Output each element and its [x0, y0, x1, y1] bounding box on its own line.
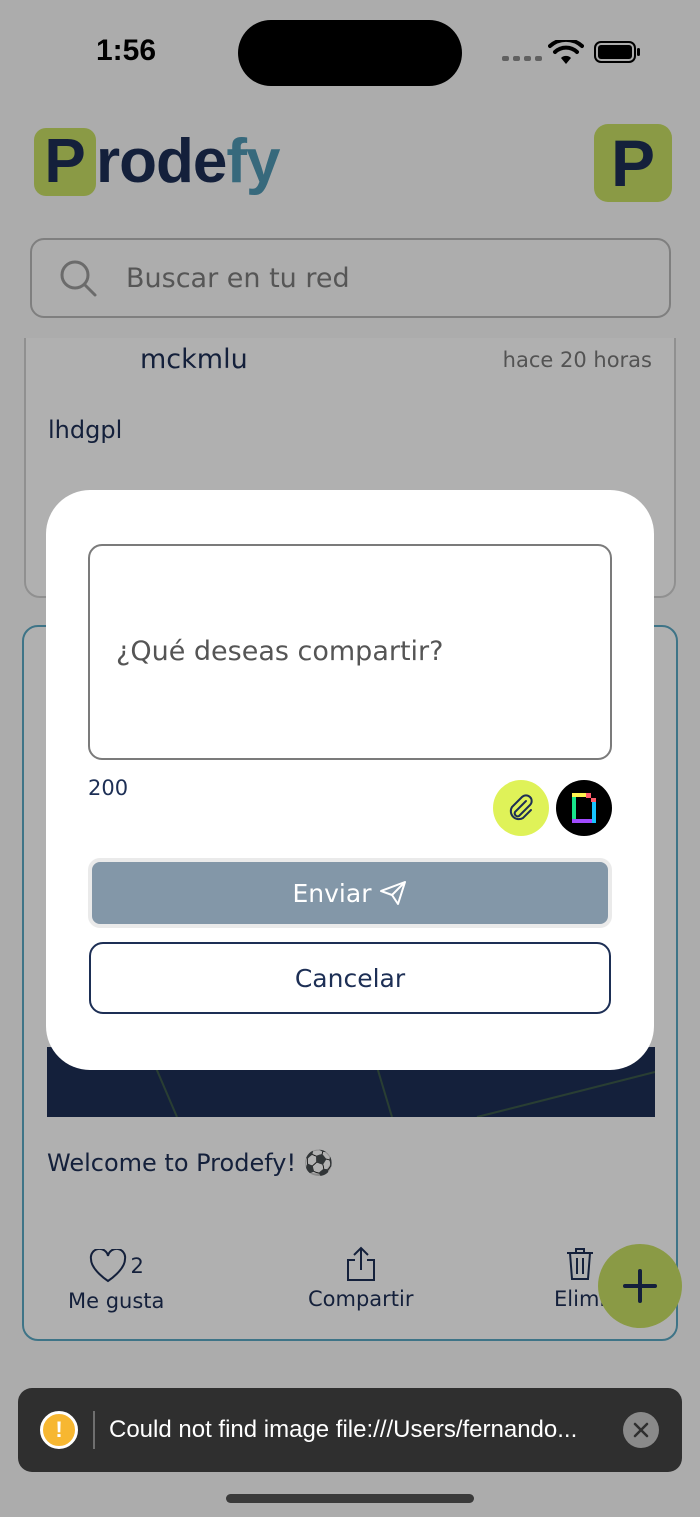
attach-button[interactable] [493, 780, 549, 836]
gif-icon [572, 793, 596, 823]
send-label: Enviar [292, 878, 372, 908]
post-text-input[interactable] [88, 544, 612, 760]
paperclip-icon [509, 794, 533, 821]
toast-close-button[interactable] [623, 1412, 659, 1448]
cancel-button[interactable]: Cancelar [89, 942, 611, 1014]
home-indicator[interactable] [226, 1494, 474, 1503]
warning-icon: ! [40, 1411, 78, 1449]
send-button[interactable]: Enviar [88, 858, 612, 928]
char-counter: 200 [88, 776, 129, 800]
new-post-modal: 200 Enviar Cancelar [46, 490, 654, 1070]
app-screen: 1:56 P rodefy P mckmlu hace 20 ho [0, 0, 700, 1517]
close-icon [633, 1422, 649, 1438]
toast-divider [93, 1411, 95, 1449]
gif-button[interactable] [556, 780, 612, 836]
error-toast[interactable]: ! Could not find image file:///Users/fer… [18, 1388, 682, 1472]
toast-message: Could not find image file:///Users/ferna… [109, 1416, 578, 1443]
send-plane-icon [380, 881, 407, 905]
